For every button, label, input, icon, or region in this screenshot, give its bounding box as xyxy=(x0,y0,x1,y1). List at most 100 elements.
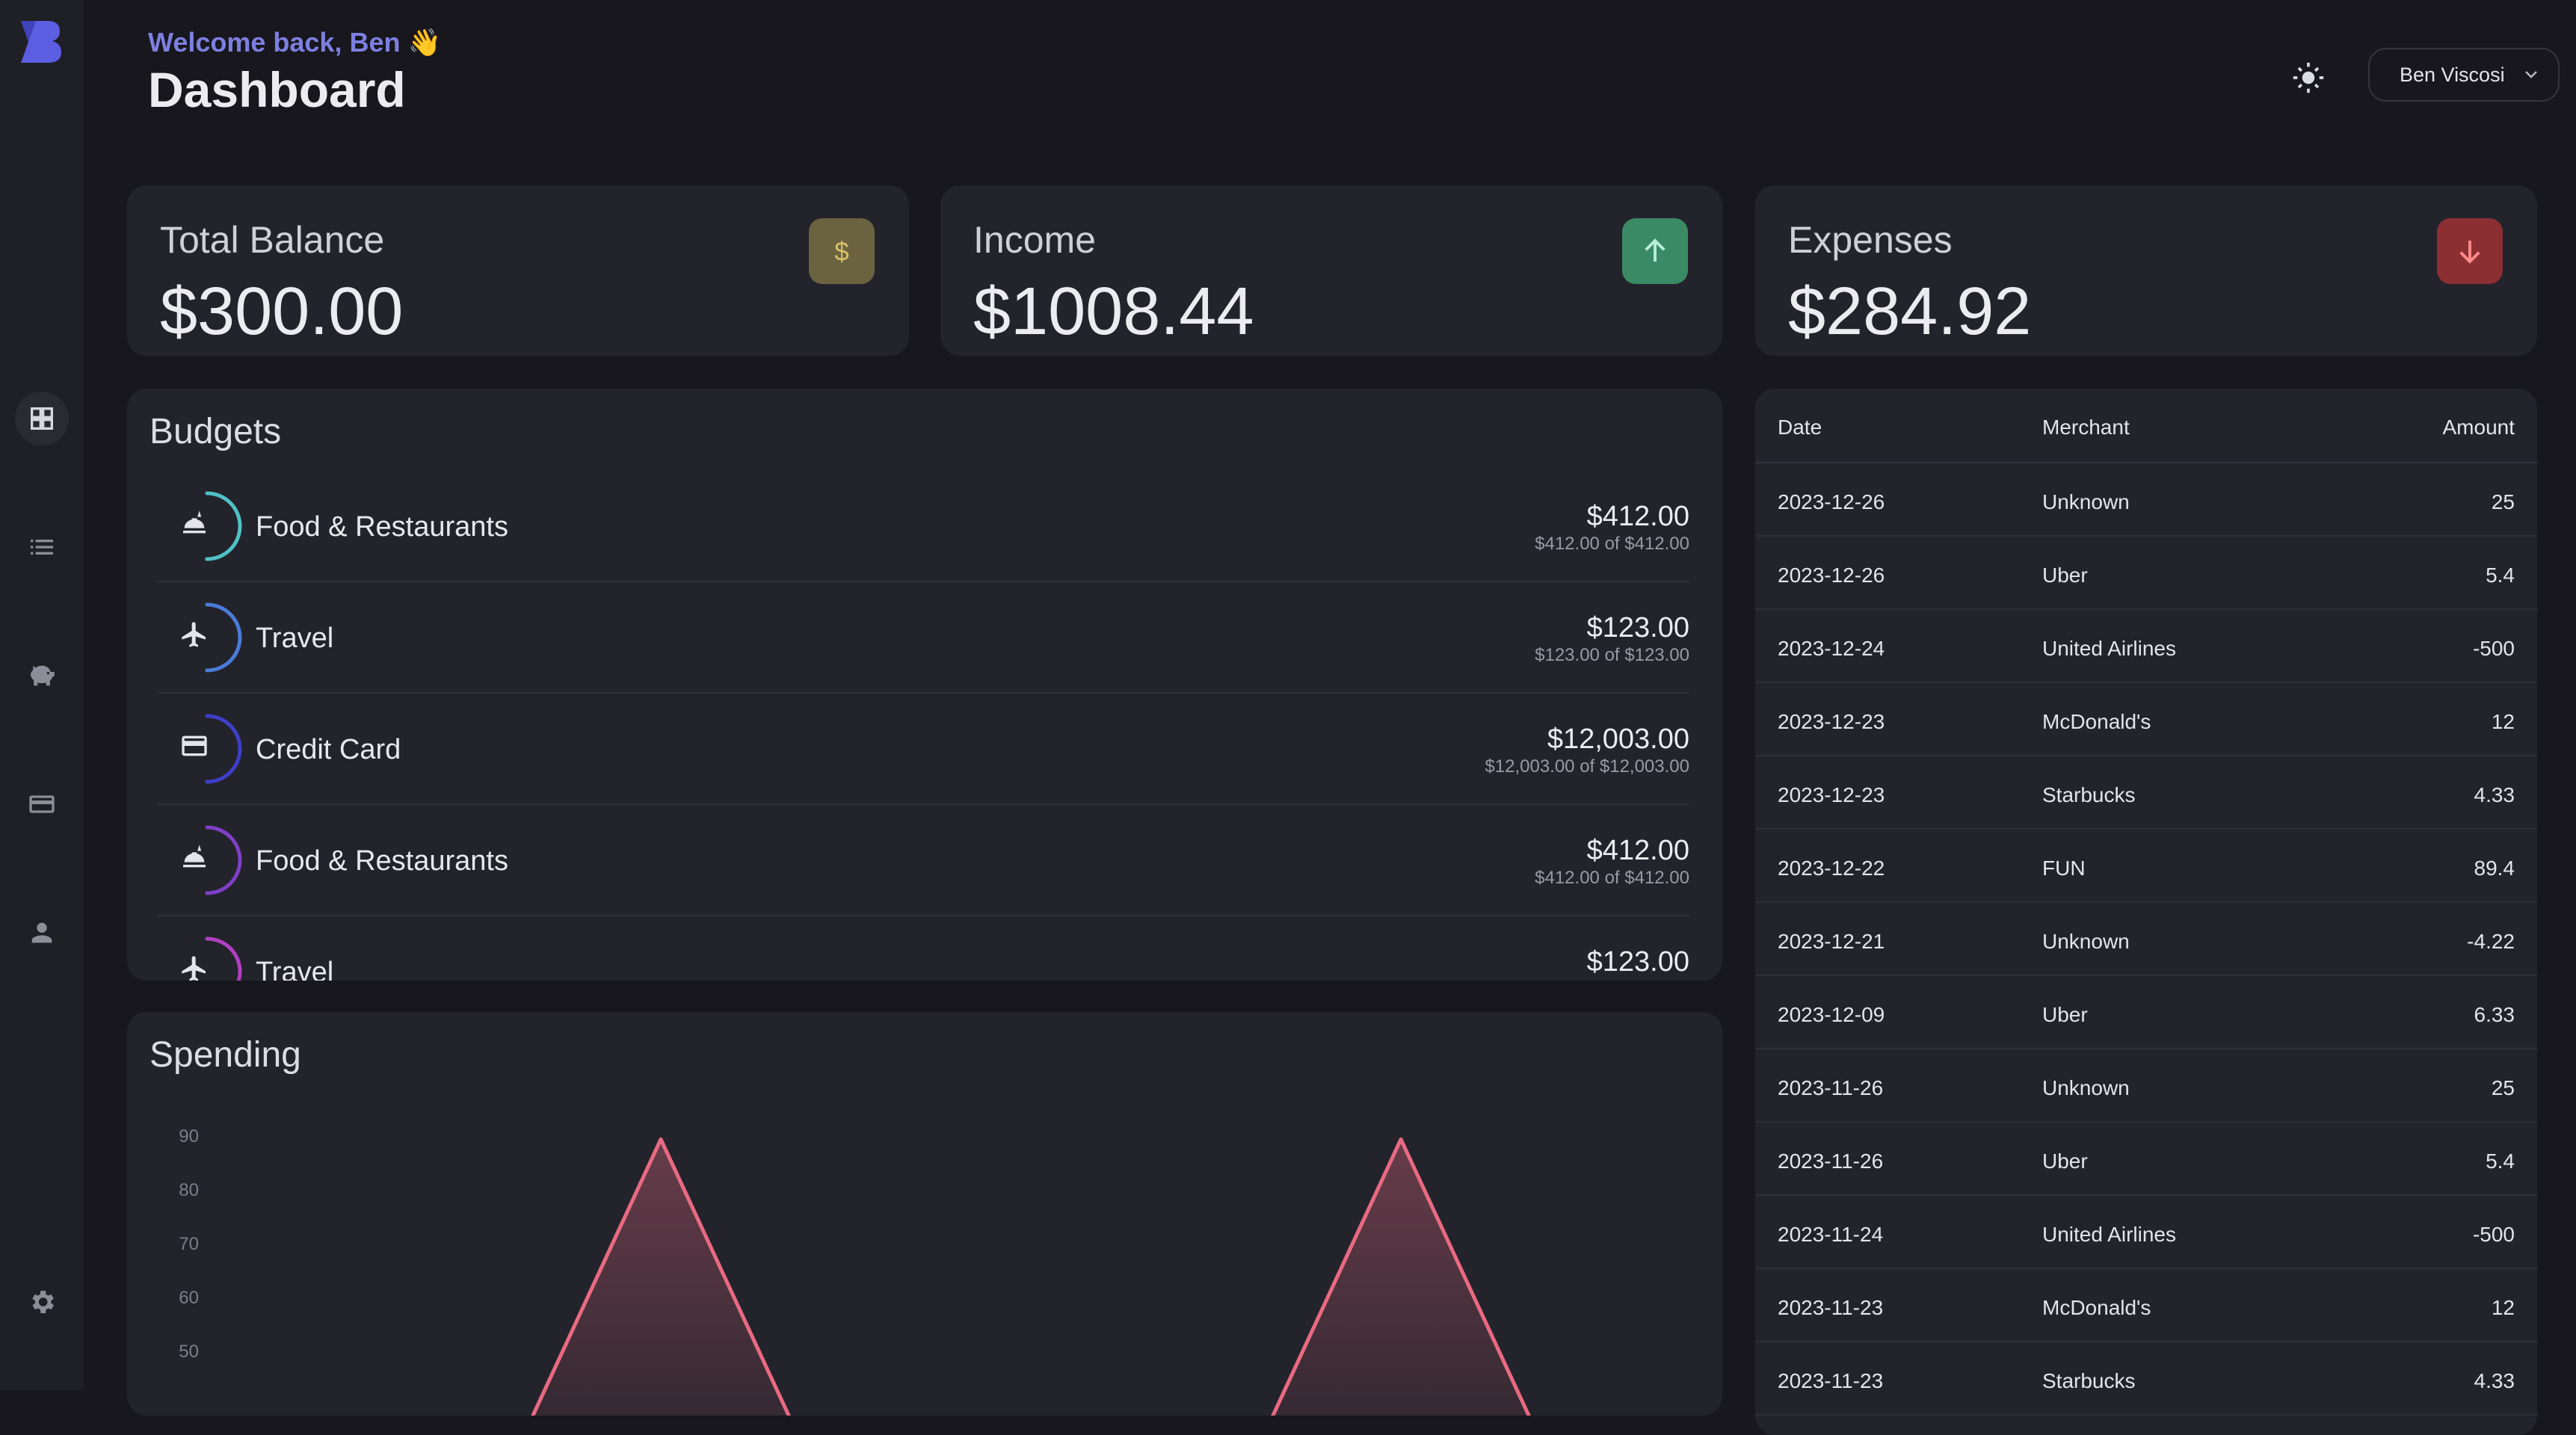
budget-name: Food & Restaurants xyxy=(256,511,508,543)
table-row[interactable]: 2023-12-09 Uber 6.33 xyxy=(1755,976,2537,1049)
budget-amount: $123.00 xyxy=(1587,612,1689,644)
column-header-date[interactable]: Date xyxy=(1778,416,1822,439)
budget-name: Travel xyxy=(256,623,333,655)
cell-merchant: Unknown xyxy=(2042,930,2130,954)
cell-amount: -500 xyxy=(2473,1223,2515,1247)
cell-date: 2023-12-21 xyxy=(1778,930,1885,954)
cell-amount: 5.4 xyxy=(2486,564,2515,587)
cell-amount: 5.4 xyxy=(2486,1149,2515,1173)
total-balance-card: Total Balance $300.00 $ xyxy=(127,185,909,356)
income-card: Income $1008.44 xyxy=(940,185,1722,356)
y-tick-label: 80 xyxy=(179,1180,199,1200)
y-tick-label: 50 xyxy=(179,1342,199,1362)
column-header-amount[interactable]: Amount xyxy=(2443,416,2515,439)
cell-merchant: FUN xyxy=(2042,857,2086,880)
cell-amount: 12 xyxy=(2492,1296,2515,1320)
stat-label: Income xyxy=(973,218,1096,262)
arrow-down-icon xyxy=(2454,235,2486,267)
sidebar-item-budgets[interactable] xyxy=(15,649,69,703)
table-header: Date Merchant Amount xyxy=(1755,389,2537,463)
cell-date: 2023-12-24 xyxy=(1778,637,1885,661)
cell-merchant: Uber xyxy=(2042,564,2088,587)
cell-merchant: United Airlines xyxy=(2042,637,2176,661)
user-menu-dropdown[interactable]: Ben Viscosi xyxy=(2368,48,2560,102)
cell-amount: 4.33 xyxy=(2474,783,2515,807)
table-row[interactable]: 2023-12-26 Uber 5.4 xyxy=(1755,537,2537,610)
table-row[interactable]: 2023-12-22FUN89.4 xyxy=(1755,830,2537,903)
stat-value: $1008.44 xyxy=(973,274,1254,351)
food-icon xyxy=(179,508,209,538)
stat-label: Expenses xyxy=(1788,218,1953,262)
table-row[interactable]: 2023-12-21 Unknown -4.22 xyxy=(1755,903,2537,976)
budget-amount: $123.00 xyxy=(1587,946,1689,978)
cell-date: 2023-12-26 xyxy=(1778,564,1885,587)
person-icon xyxy=(27,918,57,948)
cell-merchant: Starbucks xyxy=(2042,783,2136,807)
page-title: Dashboard xyxy=(148,60,406,120)
budget-item[interactable]: Travel$123.00$123.00 of $123.00 xyxy=(157,582,1689,694)
welcome-message: Welcome back, Ben 👋 xyxy=(148,27,441,58)
cell-amount: -500 xyxy=(2473,637,2515,661)
sidebar-item-settings[interactable] xyxy=(15,1275,69,1329)
column-header-merchant[interactable]: Merchant xyxy=(2042,416,2130,439)
sidebar xyxy=(0,0,84,1390)
budget-amount: $412.00 xyxy=(1587,835,1689,867)
budget-list: Food & Restaurants$412.00$412.00 of $412… xyxy=(157,471,1689,981)
budget-item[interactable]: Food & Restaurants $412.00$412.00 of $412… xyxy=(157,805,1689,916)
budget-name: Food & Restaurants xyxy=(256,845,508,877)
dollar-icon: $ xyxy=(826,235,857,267)
cell-amount: 6.33 xyxy=(2474,1003,2515,1027)
table-row[interactable]: 2023-12-23 Starbucks 4.33 xyxy=(1755,756,2537,830)
gear-icon xyxy=(27,1287,57,1317)
chevron-down-icon xyxy=(2522,66,2540,84)
cell-amount: 12 xyxy=(2492,710,2515,734)
cell-amount: -4.22 xyxy=(2467,930,2515,954)
budget-item[interactable]: Travel $123.00 xyxy=(157,916,1689,981)
sidebar-item-accounts[interactable] xyxy=(15,777,69,831)
cell-merchant: McDonald's xyxy=(2042,1296,2151,1320)
cell-merchant: Uber xyxy=(2042,1003,2088,1027)
table-row[interactable]: 2023-11-24United Airlines-500 xyxy=(1755,1196,2537,1269)
cell-merchant: Unknown xyxy=(2042,1076,2130,1100)
table-row[interactable]: 2023-12-24 United Airlines -500 xyxy=(1755,610,2537,683)
budget-amount: $12,003.00 xyxy=(1547,723,1689,756)
spending-area xyxy=(217,1139,1697,1416)
svg-text:$: $ xyxy=(834,237,848,266)
expenses-card: Expenses $284.92 xyxy=(1755,185,2537,356)
spending-card: Spending 9080706050 xyxy=(127,1012,1722,1416)
table-row[interactable]: 2023-11-26Uber5.4 xyxy=(1755,1123,2537,1196)
cell-merchant: Unknown xyxy=(2042,490,2130,514)
cell-date: 2023-12-23 xyxy=(1778,783,1885,807)
sidebar-item-dashboard[interactable] xyxy=(15,392,69,445)
airplane-icon xyxy=(179,954,209,981)
budget-item[interactable]: Credit Card$12,003.00$12,003.00 of $12,0… xyxy=(157,694,1689,805)
table-row[interactable]: 2023-12-26Unknown25 xyxy=(1755,463,2537,537)
budget-name: Credit Card xyxy=(256,734,401,766)
budget-detail: $412.00 of $412.00 xyxy=(1535,534,1689,555)
transactions-card: Date Merchant Amount 2023-12-26Unknown25… xyxy=(1755,389,2537,1435)
budget-item[interactable]: Food & Restaurants$412.00$412.00 of $412… xyxy=(157,471,1689,582)
sidebar-item-profile[interactable] xyxy=(15,906,69,960)
table-row[interactable]: 2023-11-23Starbucks4.33 xyxy=(1755,1342,2537,1416)
y-tick-label: 90 xyxy=(179,1126,199,1147)
cell-date: 2023-11-24 xyxy=(1778,1223,1883,1247)
app-logo[interactable] xyxy=(18,18,63,66)
stat-value: $300.00 xyxy=(160,274,403,351)
sidebar-item-transactions[interactable] xyxy=(15,520,69,574)
cell-date: 2023-12-09 xyxy=(1778,1003,1885,1027)
budgets-card: Budgets Food & Restaurants$412.00$412.00… xyxy=(127,389,1722,981)
theme-toggle-button[interactable] xyxy=(2286,55,2331,100)
budgets-title: Budgets xyxy=(150,411,281,452)
list-icon xyxy=(27,532,57,562)
y-tick-label: 70 xyxy=(179,1234,199,1254)
table-row[interactable]: 2023-12-23McDonald's12 xyxy=(1755,683,2537,756)
table-row[interactable]: 2023-11-26Unknown25 xyxy=(1755,1049,2537,1123)
cell-amount: 4.33 xyxy=(2474,1369,2515,1393)
cell-date: 2023-12-23 xyxy=(1778,710,1885,734)
cell-merchant: Starbucks xyxy=(2042,1369,2136,1393)
budget-name: Travel xyxy=(256,957,333,981)
credit-card-icon xyxy=(179,731,209,761)
budget-detail: $412.00 of $412.00 xyxy=(1535,868,1689,889)
piggy-bank-icon xyxy=(27,661,57,691)
table-row[interactable]: 2023-11-23McDonald's12 xyxy=(1755,1269,2537,1342)
